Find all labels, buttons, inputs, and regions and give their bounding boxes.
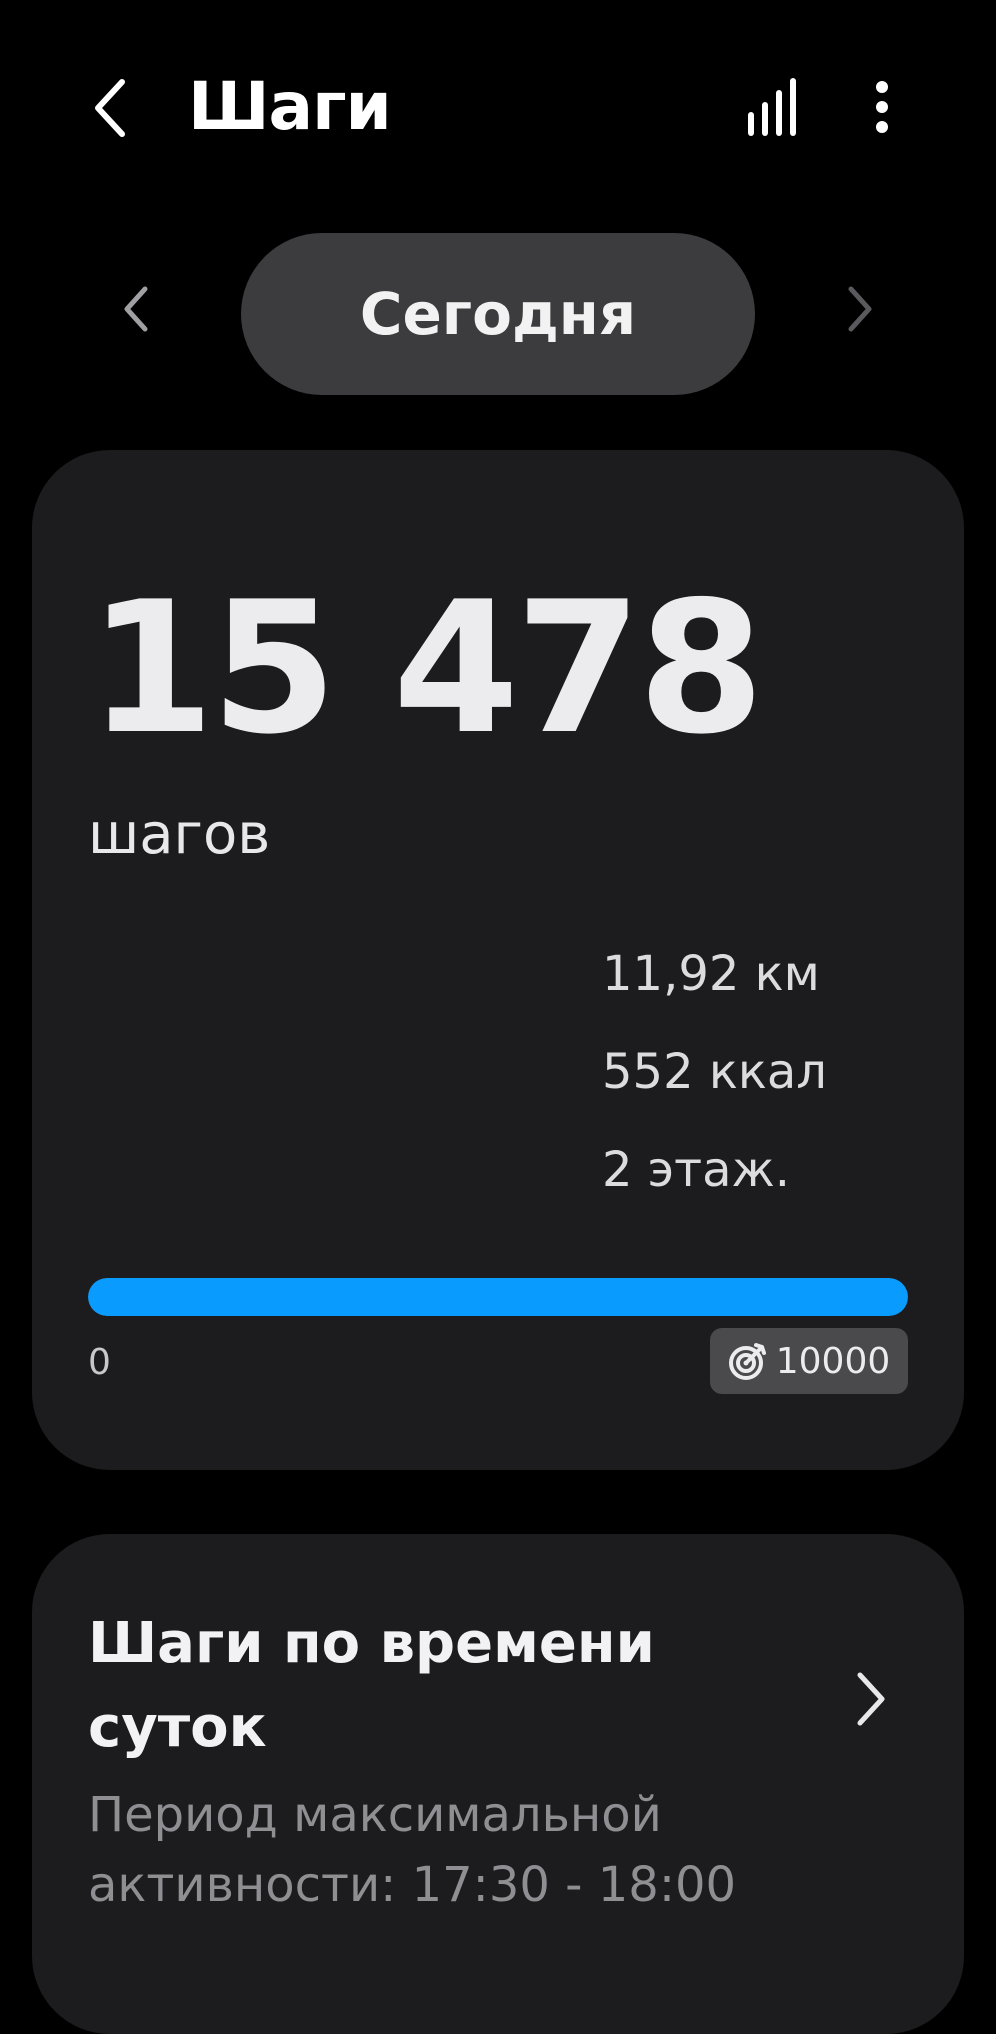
calories-value: 552 ккал: [602, 1044, 827, 1100]
date-selector[interactable]: Сегодня: [241, 233, 755, 395]
more-vertical-icon: [876, 81, 888, 133]
goal-value: 10000: [775, 1340, 891, 1382]
date-label: Сегодня: [359, 280, 637, 348]
peak-activity-text: Период максимальной активности: 17:30 - …: [88, 1787, 737, 1913]
more-options-button[interactable]: [852, 72, 912, 142]
distance-value: 11,92 км: [602, 946, 820, 1002]
target-icon: [728, 1343, 766, 1380]
chevron-right-icon: [857, 1672, 885, 1726]
hourly-steps-card[interactable]: Шаги по времени суток Период максимально…: [32, 1534, 964, 2034]
goal-badge[interactable]: 10000: [710, 1328, 908, 1394]
steps-summary-card: 15 478 шагов 11,92 км 552 ккал 2 этаж. 0…: [32, 450, 964, 1470]
steps-count: 15 478: [88, 562, 765, 774]
steps-progress-bar: [88, 1278, 908, 1316]
page-title: Шаги: [188, 68, 392, 145]
hourly-steps-title: Шаги по времени суток: [88, 1611, 655, 1760]
app-header: Шаги: [0, 0, 996, 220]
hourly-steps-open-button[interactable]: [846, 1654, 896, 1744]
statistics-button[interactable]: [738, 72, 808, 142]
chevron-left-icon: [95, 79, 125, 137]
chevron-right-icon: [848, 286, 872, 332]
bar-chart-icon: [748, 78, 796, 136]
steps-progress-fill: [88, 1278, 908, 1316]
previous-day-button[interactable]: [110, 278, 162, 340]
floors-value: 2 этаж.: [602, 1142, 791, 1198]
back-button[interactable]: [78, 68, 142, 148]
chevron-left-icon: [124, 286, 148, 332]
progress-min-label: 0: [88, 1342, 111, 1383]
steps-unit: шагов: [88, 802, 271, 867]
next-day-button[interactable]: [834, 278, 886, 340]
